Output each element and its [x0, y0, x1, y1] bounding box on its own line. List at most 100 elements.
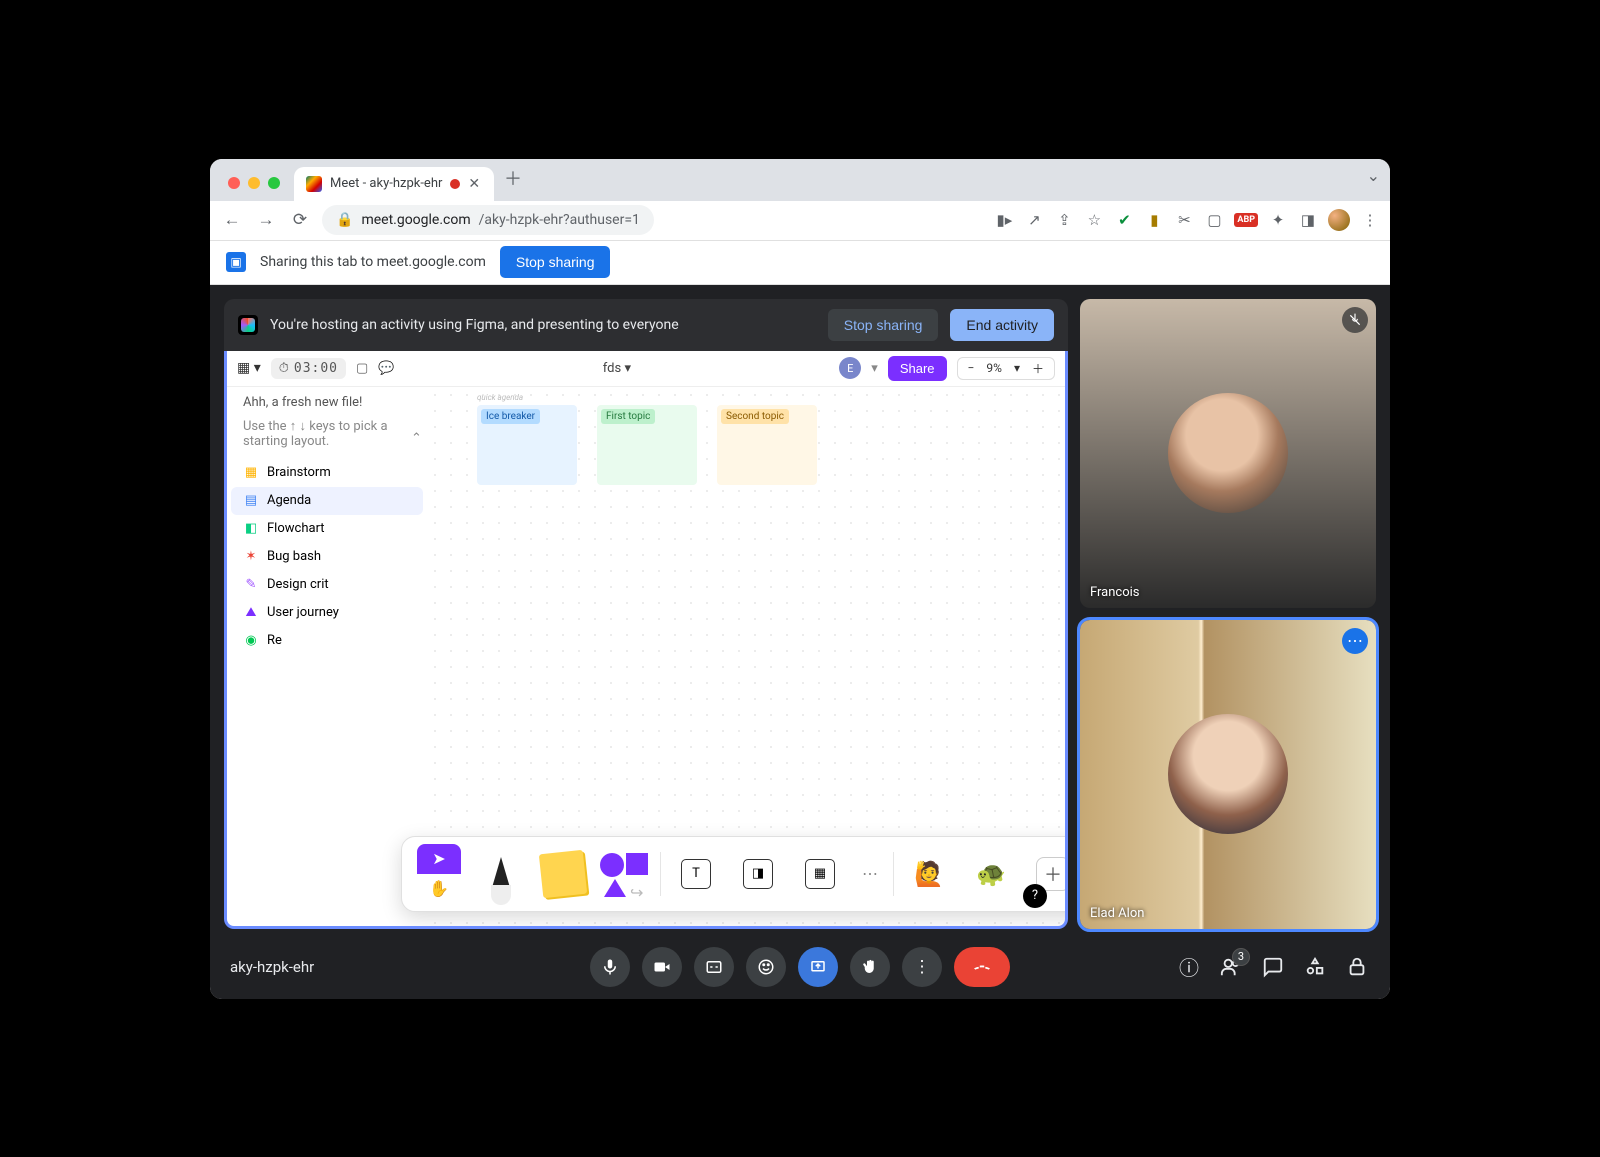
sticky-tool[interactable]	[536, 847, 590, 901]
ext-cast-icon[interactable]: ▢	[1204, 210, 1224, 230]
browser-tab[interactable]: Meet - aky-hzpk-ehr ✕	[294, 167, 494, 201]
activities-button[interactable]	[1302, 954, 1328, 980]
star-icon[interactable]: ☆	[1084, 210, 1104, 230]
info-button[interactable]: ⓘ	[1176, 954, 1202, 980]
participant-tile[interactable]: Francois	[1080, 299, 1376, 608]
present-button[interactable]	[798, 947, 838, 987]
timer-gear-icon: ⏱	[279, 361, 290, 376]
sharing-infobar: ▣ Sharing this tab to meet.google.com St…	[210, 241, 1390, 285]
figma-canvas[interactable]: quick agenda Ice breaker First topic Sec…	[427, 387, 1065, 926]
tab-recording-icon	[450, 179, 460, 189]
activity-message: You're hosting an activity using Figma, …	[270, 317, 679, 333]
figma-user-avatar[interactable]: E	[839, 357, 861, 379]
stamp-tool-2[interactable]: 🐢	[964, 847, 1018, 901]
forward-button[interactable]: →	[254, 208, 278, 232]
open-new-icon[interactable]: ↗	[1024, 210, 1044, 230]
shapes-tool[interactable]: ↪	[598, 847, 652, 901]
share-icon[interactable]: ⇪	[1054, 210, 1074, 230]
select-tool[interactable]: ➤ ✋	[412, 847, 466, 901]
template-item-user-journey[interactable]: ⛰User journey	[231, 599, 423, 627]
ext-abp-icon[interactable]: ABP	[1234, 213, 1258, 227]
people-button[interactable]: 3	[1218, 954, 1244, 980]
figma-zoom: − 9% ▾ ＋	[957, 357, 1055, 380]
figma-comment-icon[interactable]: 💬	[378, 361, 394, 376]
ext-puzzle-icon[interactable]: ✦	[1268, 210, 1288, 230]
table-tool[interactable]: ▦	[793, 847, 847, 901]
address-bar[interactable]: 🔒 meet.google.com/aky-hzpk-ehr?authuser=…	[322, 205, 654, 235]
raise-hand-button[interactable]	[850, 947, 890, 987]
infobar-text: Sharing this tab to meet.google.com	[260, 254, 486, 270]
pen-tool[interactable]	[474, 847, 528, 901]
canvas-lane[interactable]: First topic	[597, 405, 697, 485]
meet-favicon-icon	[306, 176, 322, 192]
chrome-menu-icon[interactable]: ⋮	[1360, 210, 1380, 230]
tab-overflow-icon[interactable]: ⌄	[1367, 166, 1380, 193]
close-window-icon[interactable]	[228, 177, 240, 189]
stop-sharing-button[interactable]: Stop sharing	[500, 246, 611, 278]
participant-name: Francois	[1090, 585, 1140, 600]
leave-call-button[interactable]	[954, 947, 1010, 987]
figma-presentation: ▦ ▾ ⏱ 03:00 ▢ 💬 fds ▾ E ▾ Share	[224, 351, 1068, 929]
chat-button[interactable]	[1260, 954, 1286, 980]
figma-doc-name[interactable]: fds	[603, 361, 621, 376]
ext-shield-icon[interactable]: ✔	[1114, 210, 1134, 230]
close-sidebar-icon[interactable]: ⌃	[411, 431, 422, 446]
figma-share-button[interactable]: Share	[888, 356, 947, 381]
section-tool[interactable]: ◨	[731, 847, 785, 901]
template-item-design-crit[interactable]: ✎Design crit	[231, 571, 423, 599]
figma-menu-icon[interactable]: ▦ ▾	[237, 360, 261, 376]
ext-sidepanel-icon[interactable]: ◨	[1298, 210, 1318, 230]
text-tool[interactable]: T	[669, 847, 723, 901]
tile-more-icon[interactable]: ⋯	[1342, 628, 1368, 654]
mic-button[interactable]	[590, 947, 630, 987]
minimize-window-icon[interactable]	[248, 177, 260, 189]
zoom-in-button[interactable]: ＋	[1028, 360, 1048, 377]
camera-button[interactable]	[642, 947, 682, 987]
template-item-flowchart[interactable]: ◧ Flowchart	[231, 515, 423, 543]
chevron-down-icon[interactable]: ▾	[624, 361, 631, 376]
meeting-code: aky-hzpk-ehr	[230, 958, 314, 976]
ext-notes-icon[interactable]: ▮	[1144, 210, 1164, 230]
host-controls-button[interactable]	[1344, 954, 1370, 980]
captions-button[interactable]	[694, 947, 734, 987]
activity-end-button[interactable]: End activity	[950, 309, 1054, 341]
reload-button[interactable]: ⟳	[288, 208, 312, 232]
browser-window: Meet - aky-hzpk-ehr ✕ ＋ ⌄ ← → ⟳ 🔒 meet.g…	[210, 159, 1390, 999]
more-options-button[interactable]: ⋮	[902, 947, 942, 987]
chevron-down-icon[interactable]: ▾	[871, 361, 878, 376]
emoji-button[interactable]	[746, 947, 786, 987]
participant-name: Elad Alon	[1090, 906, 1144, 921]
template-icon: ⛰	[243, 605, 259, 621]
extensions-row: ▮▸ ↗ ⇪ ☆ ✔ ▮ ✂ ▢ ABP ✦ ◨ ⋮	[994, 209, 1380, 231]
activity-stop-button[interactable]: Stop sharing	[828, 309, 939, 341]
template-icon: ◧	[243, 521, 259, 537]
more-tools[interactable]: ⋯	[855, 847, 885, 901]
template-item-brainstorm[interactable]: ▦Brainstorm	[231, 459, 423, 487]
template-item-agenda[interactable]: ▤Agenda	[231, 487, 423, 515]
figma-welcome-title: Ahh, a fresh new file!	[231, 395, 423, 414]
template-item-re[interactable]: ◉Re	[231, 627, 423, 655]
canvas-lane[interactable]: Ice breaker	[477, 405, 577, 485]
profile-avatar[interactable]	[1328, 209, 1350, 231]
help-icon[interactable]: ?	[1023, 884, 1047, 908]
ext-scissors-icon[interactable]: ✂	[1174, 210, 1194, 230]
timer-value: 03:00	[294, 361, 338, 376]
template-item-bug-bash[interactable]: ✶Bug bash	[231, 543, 423, 571]
participant-tile[interactable]: ⋯ Elad Alon	[1080, 620, 1376, 929]
figma-frame-icon[interactable]: ▢	[356, 361, 368, 376]
template-label: Flowchart	[267, 521, 325, 536]
new-tab-button[interactable]: ＋	[494, 165, 532, 195]
zoom-level: 9%	[982, 361, 1006, 375]
figma-timer[interactable]: ⏱ 03:00	[271, 358, 346, 379]
close-tab-icon[interactable]: ✕	[468, 176, 480, 192]
chevron-down-icon[interactable]: ▾	[1010, 361, 1024, 375]
triangle-icon	[604, 879, 626, 897]
template-label: Brainstorm	[267, 465, 331, 480]
canvas-lane[interactable]: Second topic	[717, 405, 817, 485]
camera-icon[interactable]: ▮▸	[994, 210, 1014, 230]
stamp-tool-1[interactable]: 🙋	[902, 847, 956, 901]
maximize-window-icon[interactable]	[268, 177, 280, 189]
template-icon: ✎	[243, 577, 259, 593]
back-button[interactable]: ←	[220, 208, 244, 232]
zoom-out-button[interactable]: −	[964, 361, 979, 375]
